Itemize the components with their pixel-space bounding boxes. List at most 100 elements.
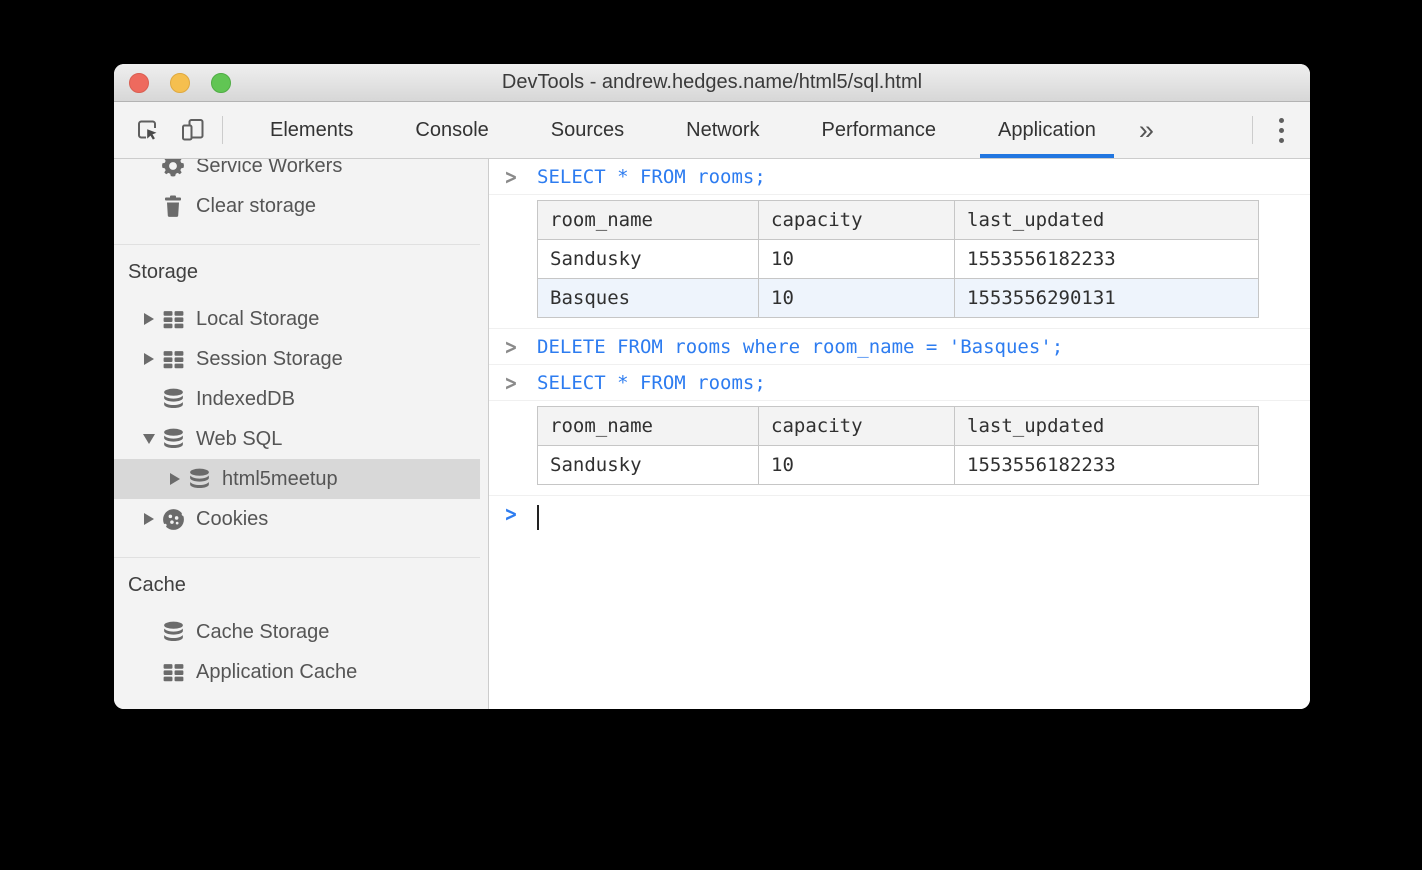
column-header: last_updated bbox=[955, 407, 1259, 446]
database-icon bbox=[160, 426, 186, 452]
devtools-menu-button[interactable] bbox=[1279, 102, 1284, 158]
query-result-table: room_name capacity last_updated Sandusky… bbox=[537, 406, 1259, 485]
chevron-down-icon bbox=[143, 434, 155, 444]
sidebar-item-label: html5meetup bbox=[222, 468, 338, 491]
devtools-window: DevTools - andrew.hedges.name/html5/sql.… bbox=[114, 64, 1310, 709]
inspect-cursor-icon bbox=[134, 117, 160, 143]
panel-tabs: Elements Console Sources Network Perform… bbox=[239, 102, 1127, 158]
table-row: Basques 10 1553556290131 bbox=[538, 279, 1259, 318]
collapse-arrow[interactable] bbox=[138, 434, 160, 444]
zoom-window-button[interactable] bbox=[211, 73, 231, 93]
database-icon bbox=[160, 386, 186, 412]
sidebar-item-clear-storage[interactable]: Clear storage bbox=[114, 186, 488, 226]
sidebar-item-label: Service Workers bbox=[196, 159, 342, 178]
devtools-toolbar: Elements Console Sources Network Perform… bbox=[114, 102, 1310, 159]
sidebar-item-cache-storage[interactable]: Cache Storage bbox=[114, 612, 488, 652]
sidebar-item-label: Application Cache bbox=[196, 661, 357, 684]
cell-capacity: 10 bbox=[759, 240, 955, 279]
table-header-row: room_name capacity last_updated bbox=[538, 407, 1259, 446]
toolbar-spacer bbox=[1170, 102, 1236, 158]
cookie-icon bbox=[160, 506, 186, 532]
table-row: Sandusky 10 1553556182233 bbox=[538, 240, 1259, 279]
sidebar-item-label: Cookies bbox=[196, 508, 268, 531]
cell-last-updated: 1553556182233 bbox=[955, 446, 1259, 485]
expand-arrow[interactable] bbox=[164, 473, 186, 485]
dot-icon bbox=[1279, 138, 1284, 143]
console-command: > SELECT * FROM rooms; bbox=[489, 159, 1310, 195]
cell-last-updated: 1553556182233 bbox=[955, 240, 1259, 279]
dot-icon bbox=[1279, 118, 1284, 123]
query-result-table: room_name capacity last_updated Sandusky… bbox=[537, 200, 1259, 318]
trash-icon bbox=[160, 193, 186, 219]
text-cursor bbox=[537, 505, 539, 530]
chevron-right-icon bbox=[144, 313, 154, 325]
sidebar-item-label: Session Storage bbox=[196, 348, 343, 371]
sidebar-item-web-sql[interactable]: Web SQL bbox=[114, 419, 488, 459]
cell-capacity: 10 bbox=[759, 446, 955, 485]
console-result: room_name capacity last_updated Sandusky… bbox=[489, 195, 1310, 329]
sidebar-item-session-storage[interactable]: Session Storage bbox=[114, 339, 488, 379]
sidebar-item-application-cache[interactable]: Application Cache bbox=[114, 652, 488, 692]
toolbar-divider bbox=[222, 116, 223, 144]
table-grid-icon bbox=[160, 659, 186, 685]
console-command: > DELETE FROM rooms where room_name = 'B… bbox=[489, 329, 1310, 365]
console-prompt[interactable]: > bbox=[489, 496, 1310, 535]
sql-query-text: SELECT * FROM rooms; bbox=[537, 166, 766, 188]
column-header: capacity bbox=[759, 201, 955, 240]
toolbar-divider-right bbox=[1252, 116, 1253, 144]
section-header-cache: Cache bbox=[114, 558, 488, 612]
console-result: room_name capacity last_updated Sandusky… bbox=[489, 401, 1310, 496]
minimize-window-button[interactable] bbox=[170, 73, 190, 93]
database-icon bbox=[160, 619, 186, 645]
tab-network[interactable]: Network bbox=[668, 102, 777, 158]
chevron-right-icon bbox=[170, 473, 180, 485]
chevron-right-icon bbox=[144, 353, 154, 365]
database-icon bbox=[186, 466, 212, 492]
sidebar-item-label: Cache Storage bbox=[196, 621, 329, 644]
service-worker-gear-icon bbox=[160, 159, 186, 179]
sidebar-item-label: IndexedDB bbox=[196, 388, 295, 411]
chevron-right-icon bbox=[144, 513, 154, 525]
sidebar-item-label: Web SQL bbox=[196, 428, 282, 451]
close-window-button[interactable] bbox=[129, 73, 149, 93]
column-header: last_updated bbox=[955, 201, 1259, 240]
section-header-storage: Storage bbox=[114, 245, 488, 299]
device-toolbar-button[interactable] bbox=[180, 117, 206, 143]
sidebar-item-indexeddb[interactable]: IndexedDB bbox=[114, 379, 488, 419]
dot-icon bbox=[1279, 128, 1284, 133]
cell-room-name: Sandusky bbox=[538, 446, 759, 485]
window-title: DevTools - andrew.hedges.name/html5/sql.… bbox=[502, 71, 922, 94]
sidebar-item-service-workers[interactable]: Service Workers bbox=[114, 159, 488, 186]
tab-elements[interactable]: Elements bbox=[252, 102, 371, 158]
tab-console[interactable]: Console bbox=[397, 102, 506, 158]
table-row: Sandusky 10 1553556182233 bbox=[538, 446, 1259, 485]
table-header-row: room_name capacity last_updated bbox=[538, 201, 1259, 240]
history-chevron-icon: > bbox=[505, 369, 516, 398]
column-header: room_name bbox=[538, 407, 759, 446]
double-chevron-icon: » bbox=[1139, 115, 1154, 146]
application-sidebar: Service Workers Clear storage S bbox=[114, 159, 489, 709]
prompt-chevron-icon: > bbox=[505, 500, 516, 529]
cell-capacity: 10 bbox=[759, 279, 955, 318]
expand-arrow[interactable] bbox=[138, 353, 160, 365]
tab-sources[interactable]: Sources bbox=[533, 102, 642, 158]
sql-query-text: DELETE FROM rooms where room_name = 'Bas… bbox=[537, 336, 1063, 358]
more-tabs-button[interactable]: » bbox=[1127, 102, 1166, 158]
cell-room-name: Basques bbox=[538, 279, 759, 318]
sidebar-item-html5meetup[interactable]: html5meetup bbox=[114, 459, 488, 499]
history-chevron-icon: > bbox=[505, 333, 516, 362]
inspect-element-button[interactable] bbox=[134, 117, 160, 143]
tab-performance[interactable]: Performance bbox=[804, 102, 955, 158]
expand-arrow[interactable] bbox=[138, 313, 160, 325]
tab-application[interactable]: Application bbox=[980, 102, 1114, 158]
sidebar-item-cookies[interactable]: Cookies bbox=[114, 499, 488, 539]
console-command: > SELECT * FROM rooms; bbox=[489, 365, 1310, 401]
column-header: capacity bbox=[759, 407, 955, 446]
sidebar-item-local-storage[interactable]: Local Storage bbox=[114, 299, 488, 339]
cell-last-updated: 1553556290131 bbox=[955, 279, 1259, 318]
sql-query-text: SELECT * FROM rooms; bbox=[537, 372, 766, 394]
expand-arrow[interactable] bbox=[138, 513, 160, 525]
toolbar-left-icons bbox=[114, 102, 206, 158]
table-grid-icon bbox=[160, 346, 186, 372]
sidebar-item-label: Clear storage bbox=[196, 195, 316, 218]
